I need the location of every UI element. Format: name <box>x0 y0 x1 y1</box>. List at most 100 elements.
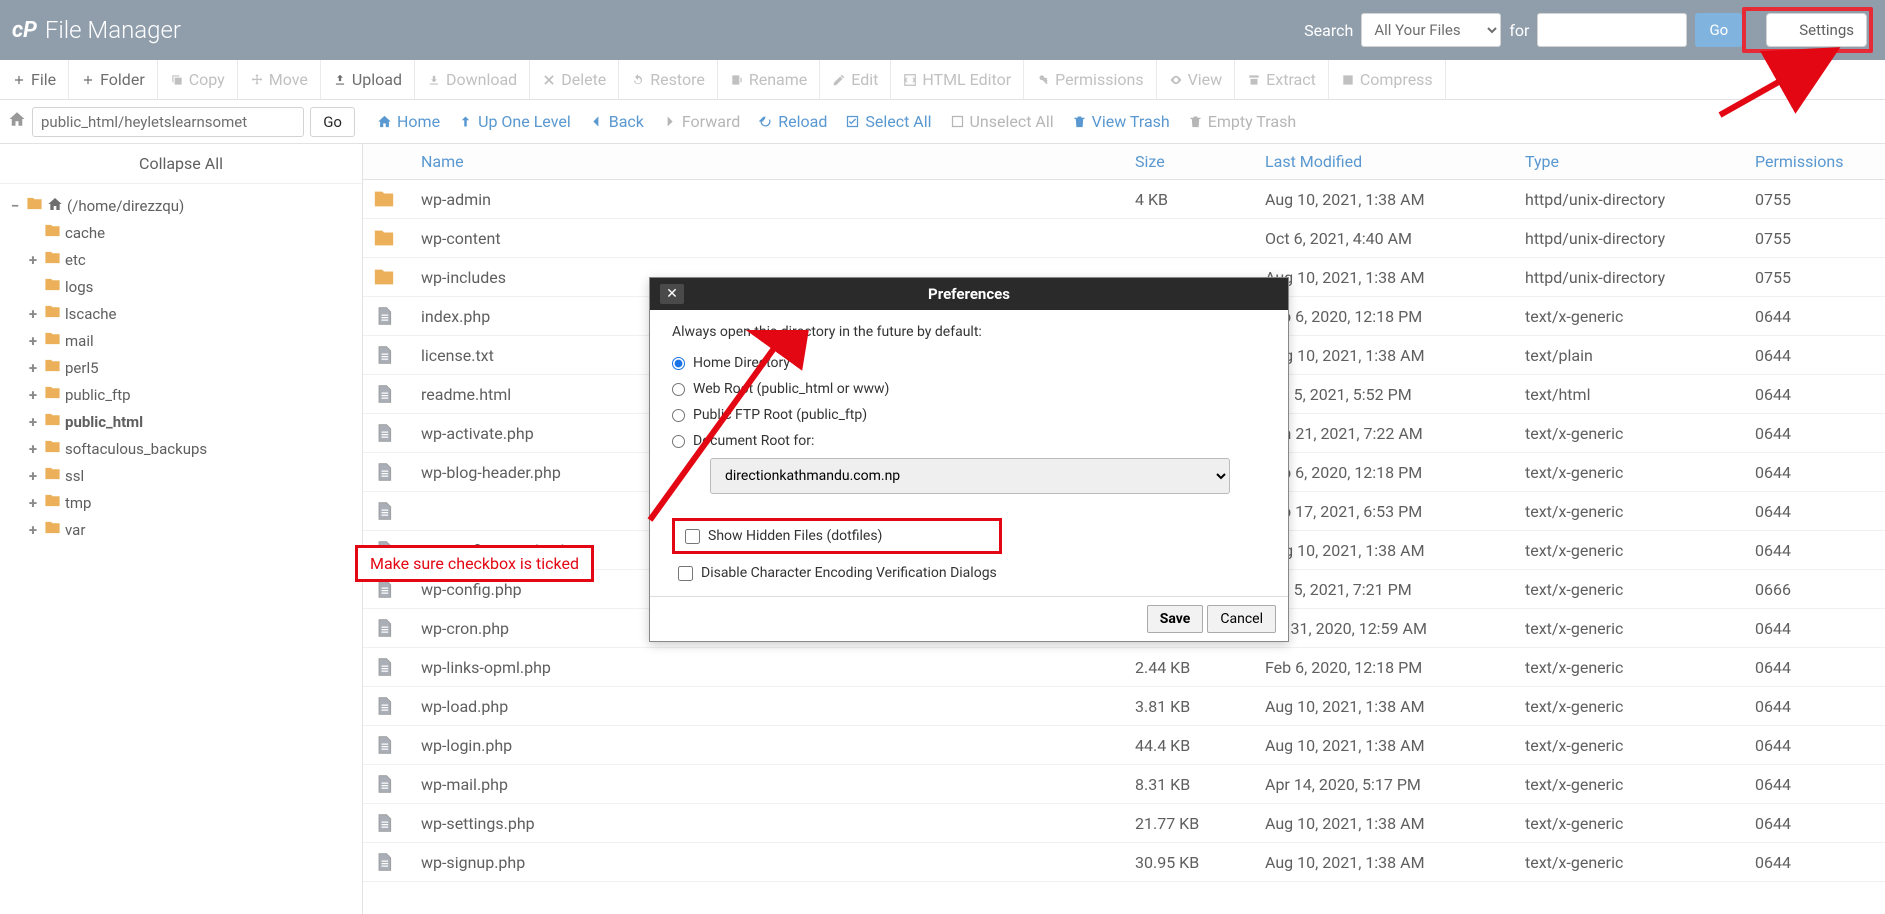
table-row[interactable]: wp-login.php44.4 KBAug 10, 2021, 1:38 AM… <box>363 726 1885 765</box>
table-row[interactable]: wp-links-opml.php2.44 KBFeb 6, 2020, 12:… <box>363 648 1885 687</box>
header-name[interactable]: Name <box>411 144 1125 179</box>
expand-icon[interactable]: + <box>26 440 40 458</box>
toolbar-compress[interactable]: Compress <box>1329 60 1446 99</box>
expand-icon[interactable]: + <box>26 413 40 431</box>
toolbar-move[interactable]: Move <box>238 60 321 99</box>
disable-encoding-checkbox[interactable]: Disable Character Encoding Verification … <box>672 560 1266 586</box>
radio-web-input[interactable] <box>672 383 685 396</box>
file-icon <box>373 851 395 873</box>
search-scope-select[interactable]: All Your Files <box>1361 13 1501 47</box>
tree-root[interactable]: − (/home/direzzqu) <box>4 192 358 219</box>
collapse-all-button[interactable]: Collapse All <box>0 144 362 184</box>
header-modified[interactable]: Last Modified <box>1255 144 1515 179</box>
toolbar-html-editor[interactable]: HTML Editor <box>891 60 1024 99</box>
expand-icon[interactable]: + <box>26 305 40 323</box>
tree-item-var[interactable]: +var <box>4 516 358 543</box>
toolbar-upload[interactable]: Upload <box>321 60 415 99</box>
expand-icon[interactable]: + <box>26 467 40 485</box>
radio-ftp-root[interactable]: Public FTP Root (public_ftp) <box>672 402 1266 428</box>
action-home[interactable]: Home <box>377 112 440 131</box>
radio-web-root[interactable]: Web Root (public_html or www) <box>672 376 1266 402</box>
search-go-button[interactable]: Go <box>1695 13 1742 47</box>
toolbar-view[interactable]: View <box>1157 60 1236 99</box>
action-forward[interactable]: Forward <box>662 112 740 131</box>
expand-icon[interactable]: + <box>26 494 40 512</box>
file-size: 2.44 KB <box>1125 650 1255 685</box>
file-type: text/x-generic <box>1515 533 1745 568</box>
path-go-button[interactable]: Go <box>310 107 355 137</box>
file-icon <box>373 344 395 366</box>
table-row[interactable]: wp-mail.php8.31 KBApr 14, 2020, 5:17 PMt… <box>363 765 1885 804</box>
radio-home-input[interactable] <box>672 357 685 370</box>
tree-item-etc[interactable]: +etc <box>4 246 358 273</box>
radio-document-root[interactable]: Document Root for: <box>672 428 1266 454</box>
path-controls: Go <box>0 107 363 137</box>
show-hidden-files-checkbox[interactable]: Show Hidden Files (dotfiles) <box>679 523 995 549</box>
toolbar-download[interactable]: Download <box>415 60 530 99</box>
tree-item-public_html[interactable]: +public_html <box>4 408 358 435</box>
expand-icon[interactable]: + <box>26 251 40 269</box>
toolbar-folder[interactable]: Folder <box>69 60 158 99</box>
tree-item-perl5[interactable]: +perl5 <box>4 354 358 381</box>
save-button[interactable]: Save <box>1147 605 1204 633</box>
search-input[interactable] <box>1537 13 1687 47</box>
tree-item-tmp[interactable]: +tmp <box>4 489 358 516</box>
header-bar: cP File Manager Search All Your Files fo… <box>0 0 1885 60</box>
file-size: 3.81 KB <box>1125 689 1255 724</box>
path-input[interactable] <box>32 107 304 137</box>
radio-home-directory[interactable]: Home Directory <box>672 350 1266 376</box>
toolbar-restore[interactable]: Restore <box>619 60 718 99</box>
file-permissions: 0644 <box>1745 338 1885 373</box>
table-row[interactable]: wp-admin4 KBAug 10, 2021, 1:38 AMhttpd/u… <box>363 180 1885 219</box>
table-row[interactable]: wp-signup.php30.95 KBAug 10, 2021, 1:38 … <box>363 843 1885 882</box>
radio-ftp-input[interactable] <box>672 409 685 422</box>
action-back[interactable]: Back <box>589 112 644 131</box>
action-reload[interactable]: Reload <box>758 112 827 131</box>
logo: cP File Manager <box>12 16 181 44</box>
modal-close-button[interactable]: ✕ <box>660 284 684 304</box>
document-root-select[interactable]: directionkathmandu.com.np <box>710 458 1230 494</box>
toolbar-delete[interactable]: Delete <box>530 60 619 99</box>
expand-icon[interactable]: + <box>26 332 40 350</box>
header-type[interactable]: Type <box>1515 144 1745 179</box>
toolbar-edit[interactable]: Edit <box>820 60 891 99</box>
tree-item-ssl[interactable]: +ssl <box>4 462 358 489</box>
table-row[interactable]: wp-settings.php21.77 KBAug 10, 2021, 1:3… <box>363 804 1885 843</box>
action-empty-trash[interactable]: Empty Trash <box>1188 112 1296 131</box>
toolbar-rename[interactable]: Rename <box>718 60 820 99</box>
toolbar-permissions[interactable]: Permissions <box>1024 60 1156 99</box>
header-permissions[interactable]: Permissions <box>1745 144 1885 179</box>
home-icon[interactable] <box>8 110 26 133</box>
folder-icon <box>44 438 61 459</box>
tree-item-softaculous_backups[interactable]: +softaculous_backups <box>4 435 358 462</box>
show-hidden-input[interactable] <box>685 529 700 544</box>
disable-encoding-input[interactable] <box>678 566 693 581</box>
expand-icon[interactable]: + <box>26 521 40 539</box>
expand-icon[interactable]: + <box>26 386 40 404</box>
expand-icon[interactable]: + <box>26 359 40 377</box>
action-select-all[interactable]: Select All <box>845 112 931 131</box>
radio-doc-input[interactable] <box>672 435 685 448</box>
file-permissions: 0644 <box>1745 611 1885 646</box>
tree-item-mail[interactable]: +mail <box>4 327 358 354</box>
tree-item-lscache[interactable]: +lscache <box>4 300 358 327</box>
tree-item-logs[interactable]: logs <box>4 273 358 300</box>
action-up-one-level[interactable]: Up One Level <box>458 112 571 131</box>
modal-lead-text: Always open this directory in the future… <box>672 324 1266 340</box>
toolbar-file[interactable]: File <box>0 60 69 99</box>
tree-item-cache[interactable]: cache <box>4 219 358 246</box>
settings-button[interactable]: Settings <box>1766 13 1867 47</box>
crumb-row: Go Home Up One Level Back Forward Reload Sele… <box>0 100 1885 144</box>
file-name: wp-content <box>411 221 1125 256</box>
expand-icon[interactable]: − <box>8 197 22 215</box>
header-size[interactable]: Size <box>1125 144 1255 179</box>
tree-item-public_ftp[interactable]: +public_ftp <box>4 381 358 408</box>
action-view-trash[interactable]: View Trash <box>1072 112 1170 131</box>
cancel-button[interactable]: Cancel <box>1207 605 1276 633</box>
action-unselect-all[interactable]: Unselect All <box>950 112 1054 131</box>
toolbar-extract[interactable]: Extract <box>1235 60 1329 99</box>
table-row[interactable]: wp-contentOct 6, 2021, 4:40 AMhttpd/unix… <box>363 219 1885 258</box>
folder-icon <box>44 411 61 432</box>
table-row[interactable]: wp-load.php3.81 KBAug 10, 2021, 1:38 AMt… <box>363 687 1885 726</box>
toolbar-copy[interactable]: Copy <box>158 60 238 99</box>
